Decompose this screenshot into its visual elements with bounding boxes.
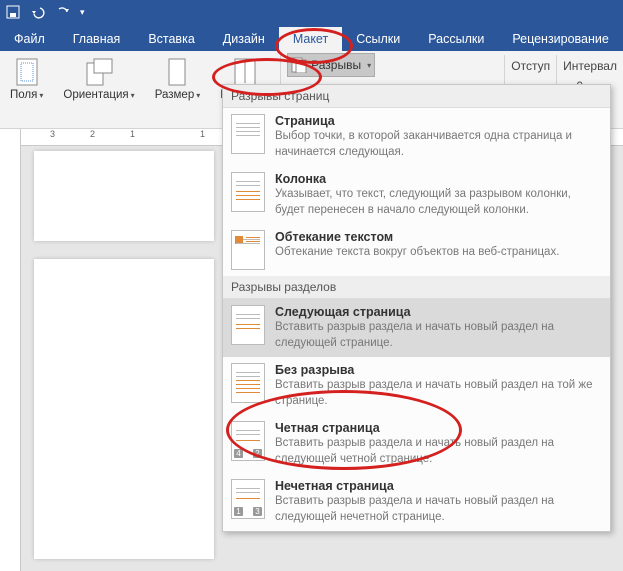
- qat-customize-icon[interactable]: ▾: [80, 7, 85, 18]
- margins-label: Поля: [10, 89, 37, 101]
- dd-desc: Выбор точки, в которой заканчивается одн…: [275, 129, 602, 160]
- indent-header: Отступ: [511, 59, 550, 73]
- redo-icon[interactable]: [56, 5, 70, 19]
- dd-item-even-page[interactable]: 42 Четная страницаВставить разрыв раздел…: [223, 415, 610, 473]
- dd-title: Без разрыва: [275, 363, 602, 377]
- dd-desc: Вставить разрыв раздела и начать новый р…: [275, 320, 602, 351]
- dd-item-page[interactable]: СтраницаВыбор точки, в которой заканчива…: [223, 108, 610, 166]
- ruler-tick: 2: [90, 129, 95, 139]
- document-page-2[interactable]: [34, 259, 214, 559]
- breaks-button[interactable]: Разрывы▾: [287, 53, 375, 77]
- dd-item-textwrap[interactable]: Обтекание текстомОбтекание текста вокруг…: [223, 224, 610, 276]
- tab-home[interactable]: Главная: [59, 27, 135, 51]
- tab-review[interactable]: Рецензирование: [498, 27, 623, 51]
- columns-icon: [232, 57, 258, 87]
- ruler-tick: 1: [200, 129, 205, 139]
- orientation-button[interactable]: Ориентация▾: [59, 55, 138, 103]
- tab-references[interactable]: Ссылки: [342, 27, 414, 51]
- tab-mailings[interactable]: Рассылки: [414, 27, 498, 51]
- document-page-1[interactable]: [34, 151, 214, 241]
- tab-layout[interactable]: Макет: [279, 27, 342, 51]
- save-icon[interactable]: [6, 5, 20, 19]
- dd-desc: Вставить разрыв раздела и начать новый р…: [275, 436, 602, 467]
- undo-icon[interactable]: [30, 5, 46, 19]
- thumb-continuous-icon: [231, 363, 265, 403]
- breaks-label: Разрывы: [311, 58, 361, 72]
- group-margins: Поля▾: [0, 51, 53, 128]
- dd-header-section-breaks: Разрывы разделов: [223, 276, 610, 299]
- dd-desc: Вставить разрыв раздела и начать новый р…: [275, 378, 602, 409]
- breaks-dropdown: Разрывы страниц СтраницаВыбор точки, в к…: [222, 84, 611, 532]
- group-orientation: Ориентация▾: [53, 51, 144, 128]
- thumb-evenpage-icon: 42: [231, 421, 265, 461]
- dd-item-continuous[interactable]: Без разрываВставить разрыв раздела и нач…: [223, 357, 610, 415]
- ruler-tick: 1: [130, 129, 135, 139]
- size-button[interactable]: Размер▾: [151, 55, 205, 103]
- thumb-textwrap-icon: [231, 230, 265, 270]
- dd-item-next-page[interactable]: Следующая страницаВставить разрыв раздел…: [223, 299, 610, 357]
- dd-item-column[interactable]: КолонкаУказывает, что текст, следующий з…: [223, 166, 610, 224]
- dd-desc: Обтекание текста вокруг объектов на веб-…: [275, 245, 602, 261]
- dd-item-odd-page[interactable]: 13 Нечетная страницаВставить разрыв разд…: [223, 473, 610, 531]
- thumb-nextpage-icon: [231, 305, 265, 345]
- dd-title: Нечетная страница: [275, 479, 602, 493]
- dd-title: Колонка: [275, 172, 602, 186]
- dd-title: Следующая страница: [275, 305, 602, 319]
- ribbon-tabs: Файл Главная Вставка Дизайн Макет Ссылки…: [0, 24, 623, 51]
- group-size: Размер▾: [145, 51, 211, 128]
- spacing-header: Интервал: [563, 59, 617, 73]
- margins-button[interactable]: Поля▾: [6, 55, 47, 103]
- thumb-oddpage-icon: 13: [231, 479, 265, 519]
- thumb-column-icon: [231, 172, 265, 212]
- quick-access-toolbar: ▾: [0, 0, 623, 24]
- ruler-vertical[interactable]: [0, 129, 21, 571]
- dd-title: Четная страница: [275, 421, 602, 435]
- dd-header-page-breaks: Разрывы страниц: [223, 85, 610, 108]
- margins-icon: [14, 57, 40, 87]
- dd-desc: Указывает, что текст, следующий за разры…: [275, 187, 602, 218]
- tab-design[interactable]: Дизайн: [209, 27, 279, 51]
- size-icon: [165, 57, 189, 87]
- size-label: Размер: [155, 89, 195, 101]
- tab-insert[interactable]: Вставка: [134, 27, 208, 51]
- breaks-icon: [291, 57, 307, 73]
- dd-title: Страница: [275, 114, 602, 128]
- tab-file[interactable]: Файл: [0, 27, 59, 51]
- orientation-icon: [84, 57, 114, 87]
- orientation-label: Ориентация: [63, 89, 128, 101]
- dd-desc: Вставить разрыв раздела и начать новый р…: [275, 494, 602, 525]
- thumb-page-icon: [231, 114, 265, 154]
- dd-title: Обтекание текстом: [275, 230, 602, 244]
- ruler-tick: 3: [50, 129, 55, 139]
